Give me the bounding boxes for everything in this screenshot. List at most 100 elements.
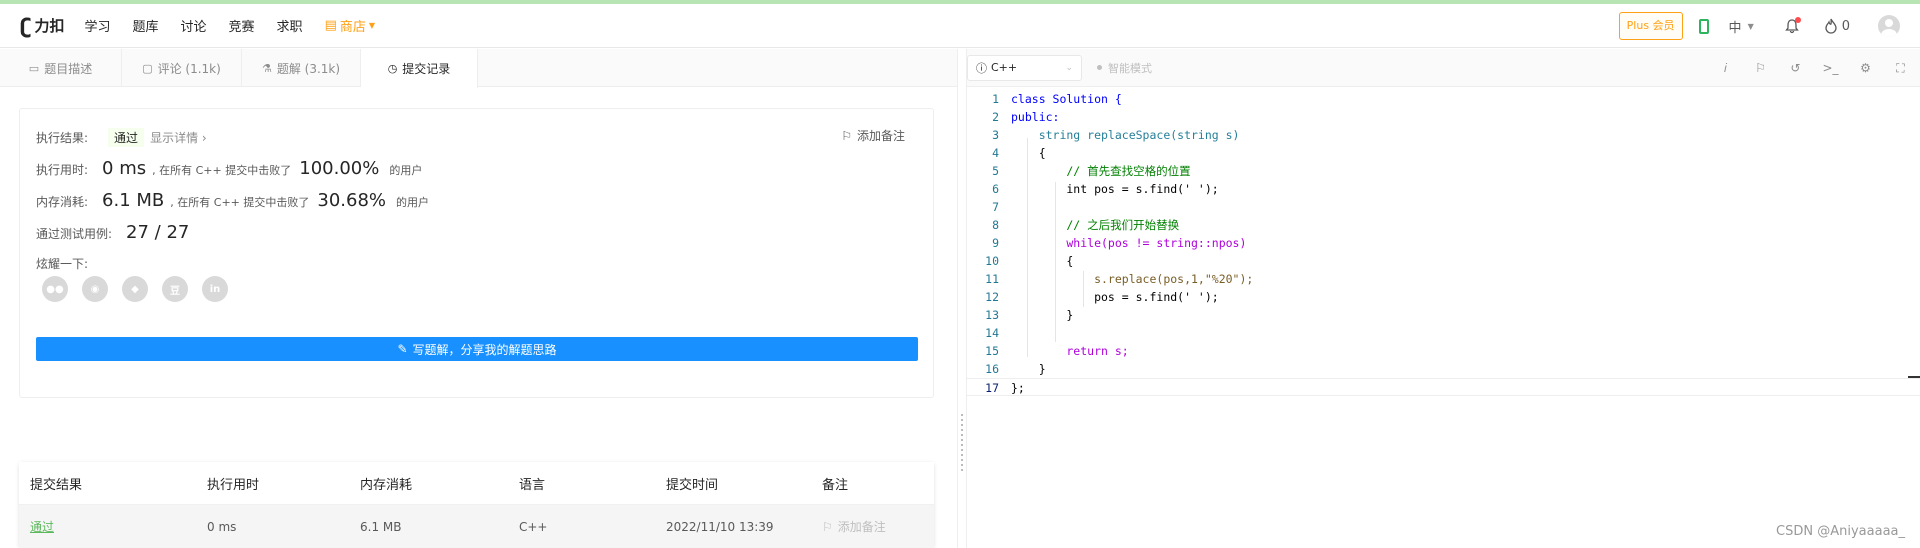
nav-discuss[interactable]: 讨论 bbox=[181, 16, 207, 35]
notification-bell-icon[interactable] bbox=[1784, 17, 1801, 34]
logo[interactable]: ʗ 力扣 bbox=[20, 4, 64, 48]
nav-store-label: 商店 bbox=[339, 20, 366, 35]
notification-dot bbox=[1794, 17, 1801, 23]
nav-learn[interactable]: 学习 bbox=[84, 16, 110, 35]
add-note-button[interactable]: ⚐ 添加备注 bbox=[841, 127, 905, 144]
memory-suffix: 的用户 bbox=[396, 196, 430, 209]
code-line: 12 pos = s.find(' '); bbox=[985, 290, 1219, 304]
points-value: 0 bbox=[1841, 18, 1850, 34]
douban-icon[interactable]: 豆 bbox=[162, 276, 188, 302]
row-status-link[interactable]: 通过 bbox=[19, 518, 207, 535]
chevron-down-icon: ⌄ bbox=[1065, 62, 1073, 73]
settings-icon[interactable]: ⚙ bbox=[1858, 61, 1873, 76]
nav-problems[interactable]: 题库 bbox=[133, 16, 159, 35]
nav-contest[interactable]: 竞赛 bbox=[229, 16, 255, 35]
editor-actions: 𝑖 ⚐ ↺ >_ ⚙ ⛶ bbox=[1718, 49, 1908, 87]
header-submit-time: 提交时间 bbox=[666, 477, 719, 493]
tab-description[interactable]: ▭ 题目描述 bbox=[0, 49, 122, 87]
table-row: 通过 0 ms 6.1 MB C++ 2022/11/10 13:39 ⚐ 添加… bbox=[19, 505, 934, 548]
submission-result-card: 执行结果: 通过 显示详情 › ⚐ 添加备注 执行用时: 0 ms , 在所有 … bbox=[19, 108, 934, 398]
info-icon: ⓘ bbox=[976, 61, 987, 75]
code-line: 11 s.replace(pos,1,"%20"); bbox=[985, 272, 1254, 286]
tab-solutions-label: 题解 (3.1k) bbox=[276, 61, 341, 76]
panel-splitter[interactable] bbox=[957, 49, 967, 548]
code-text: // 首先查找空格的位置 bbox=[1011, 164, 1191, 178]
language-select[interactable]: ⓘ C++ ⌄ bbox=[967, 54, 1082, 81]
memory-percentile: 30.68% bbox=[317, 190, 387, 211]
code-text: return s; bbox=[1011, 344, 1129, 358]
wechat-icon[interactable]: ●● bbox=[42, 276, 68, 302]
memory-label: 内存消耗: bbox=[36, 195, 89, 209]
runtime-suffix: 的用户 bbox=[389, 164, 423, 177]
memory-row: 内存消耗: 6.1 MB , 在所有 C++ 提交中击败了 30.68% 的用户 bbox=[36, 190, 429, 211]
exec-result-label: 执行结果: bbox=[36, 131, 89, 145]
status-badge: 通过 bbox=[108, 128, 145, 147]
points-counter[interactable]: 0 bbox=[1824, 18, 1850, 34]
code-line: 5 // 首先查找空格的位置 bbox=[992, 164, 1191, 178]
plus-member-button[interactable]: Plus 会员 bbox=[1618, 12, 1683, 40]
indent-guide bbox=[1027, 138, 1028, 357]
memory-value: 6.1 MB bbox=[102, 190, 165, 211]
submissions-table: 提交结果 执行用时 内存消耗 语言 提交时间 备注 通过 0 ms 6.1 MB… bbox=[19, 462, 934, 548]
tab-description-label: 题目描述 bbox=[44, 61, 93, 76]
drag-handle[interactable] bbox=[961, 414, 963, 474]
code-line-current: 17}; bbox=[967, 378, 1920, 396]
code-text: while(pos != string::npos) bbox=[1011, 236, 1247, 250]
code-line: 16 } bbox=[985, 362, 1046, 376]
tab-solutions[interactable]: ⚗ 题解 (3.1k) bbox=[242, 49, 361, 87]
runtime-row: 执行用时: 0 ms , 在所有 C++ 提交中击败了 100.00% 的用户 bbox=[36, 158, 422, 179]
terminal-icon[interactable]: >_ bbox=[1822, 61, 1838, 76]
weibo-icon[interactable]: ◉ bbox=[82, 276, 108, 302]
show-details-link[interactable]: 显示详情 › bbox=[150, 129, 207, 146]
code-line: 14 bbox=[985, 326, 999, 340]
language-switch[interactable]: 中 ▼ bbox=[1729, 17, 1754, 36]
write-solution-label: 写题解，分享我的解题思路 bbox=[412, 342, 557, 357]
share-row: 炫耀一下: bbox=[36, 255, 88, 272]
tab-submissions[interactable]: ◷ 提交记录 bbox=[361, 49, 478, 88]
code-line: 2 public: bbox=[992, 110, 1060, 124]
smart-mode-dot bbox=[1097, 65, 1102, 70]
smart-mode-toggle[interactable]: 智能模式 bbox=[1097, 60, 1152, 76]
runtime-text: , 在所有 C++ 提交中击败了 bbox=[152, 164, 292, 177]
reset-icon[interactable]: ↺ bbox=[1788, 61, 1803, 76]
chevron-down-icon: ▼ bbox=[368, 21, 376, 30]
header-runtime: 执行用时 bbox=[207, 477, 260, 493]
runtime-percentile: 100.00% bbox=[299, 158, 380, 179]
header-language: 语言 bbox=[519, 477, 546, 493]
qq-icon[interactable]: ◆ bbox=[122, 276, 148, 302]
row-add-note-button[interactable]: ⚐ 添加备注 bbox=[822, 518, 934, 535]
row-memory: 6.1 MB bbox=[360, 519, 402, 534]
tab-submissions-label: 提交记录 bbox=[402, 62, 451, 76]
nav-store[interactable]: ▤ 商店 ▼ bbox=[325, 16, 375, 35]
share-label: 炫耀一下: bbox=[36, 257, 89, 271]
mobile-app-icon[interactable] bbox=[1698, 18, 1709, 34]
code-line: 13 } bbox=[985, 308, 1074, 322]
user-avatar[interactable] bbox=[1878, 15, 1900, 37]
runtime-label: 执行用时: bbox=[36, 163, 89, 177]
header-note: 备注 bbox=[822, 477, 849, 493]
memory-text: , 在所有 C++ 提交中击败了 bbox=[170, 196, 310, 209]
fullscreen-icon[interactable]: ⛶ bbox=[1893, 61, 1908, 76]
header-memory: 内存消耗 bbox=[360, 477, 413, 493]
code-line: 4 { bbox=[992, 146, 1046, 160]
linkedin-icon[interactable]: in bbox=[202, 276, 228, 302]
smart-mode-label: 智能模式 bbox=[1108, 61, 1152, 75]
indent-guide bbox=[1083, 271, 1084, 307]
flag-icon[interactable]: ⚐ bbox=[1753, 61, 1768, 76]
code-line: 15 return s; bbox=[985, 344, 1129, 358]
testcases-value: 27 / 27 bbox=[126, 222, 190, 243]
nav-jobs[interactable]: 求职 bbox=[277, 16, 303, 35]
flag-icon: ⚐ bbox=[841, 128, 852, 143]
write-solution-button[interactable]: ✎ 写题解，分享我的解题思路 bbox=[36, 337, 918, 361]
comment-icon: ▢ bbox=[142, 61, 153, 75]
code-line: 10 { bbox=[985, 254, 1074, 268]
code-editor[interactable]: 1 class Solution { 2 public: 3 string repl… bbox=[967, 90, 1920, 396]
tab-comments[interactable]: ▢ 评论 (1.1k) bbox=[122, 49, 242, 87]
code-text: public: bbox=[1011, 110, 1060, 124]
scroll-cursor-marker bbox=[1908, 376, 1920, 378]
code-text: int pos = s.find(' '); bbox=[1011, 182, 1219, 196]
runtime-value: 0 ms bbox=[102, 158, 147, 179]
info-italic-icon[interactable]: 𝑖 bbox=[1718, 61, 1733, 76]
code-text: { bbox=[1011, 146, 1046, 160]
problem-tabs: ▭ 题目描述 ▢ 评论 (1.1k) ⚗ 题解 (3.1k) ◷ 提交记录 bbox=[0, 49, 957, 88]
